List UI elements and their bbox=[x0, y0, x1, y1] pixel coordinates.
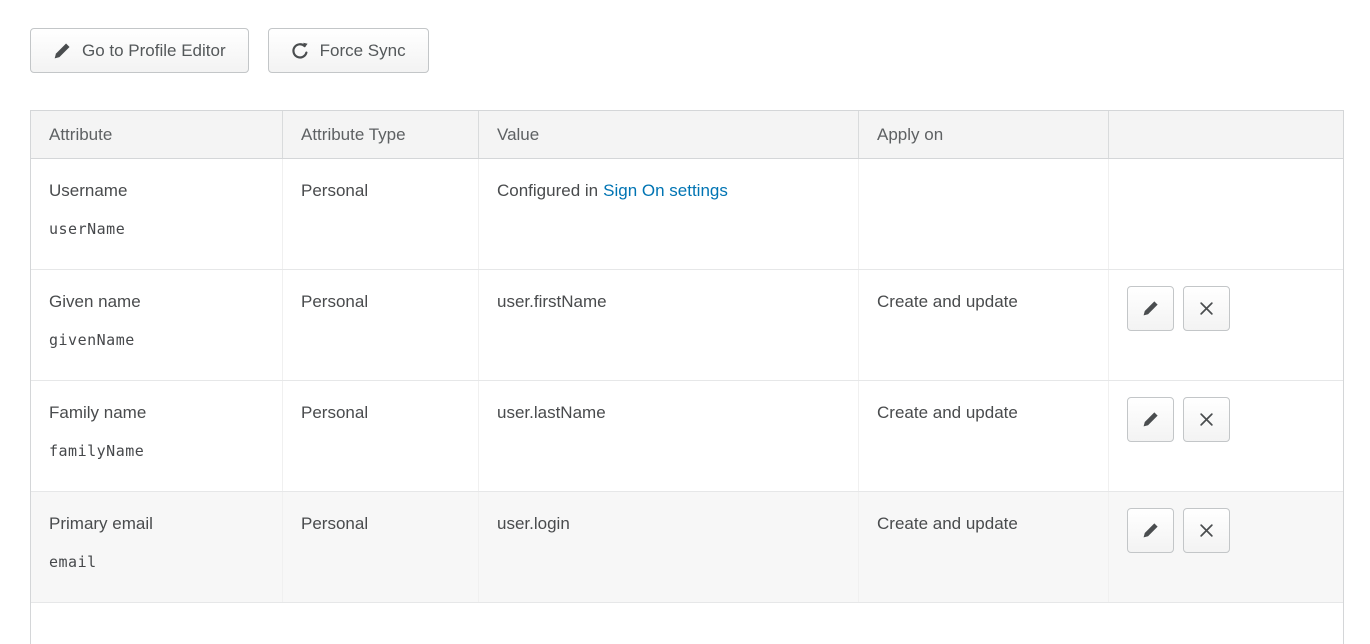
attribute-variable: userName bbox=[49, 220, 264, 239]
actions-cell bbox=[1109, 381, 1343, 491]
attribute-cell: Given name givenName bbox=[31, 270, 283, 380]
header-value: Value bbox=[479, 111, 859, 158]
actions-group bbox=[1127, 397, 1325, 442]
attribute-label: Primary email bbox=[49, 513, 264, 534]
force-sync-button[interactable]: Force Sync bbox=[268, 28, 429, 73]
delete-attribute-button[interactable] bbox=[1183, 397, 1230, 442]
header-attribute: Attribute bbox=[31, 111, 283, 158]
attribute-variable: familyName bbox=[49, 442, 264, 461]
close-icon bbox=[1199, 301, 1214, 316]
actions-cell bbox=[1109, 492, 1343, 602]
attribute-variable: givenName bbox=[49, 331, 264, 350]
table-row: Given name givenName Personal user.first… bbox=[31, 270, 1343, 381]
actions-cell bbox=[1109, 270, 1343, 380]
table-header: Attribute Attribute Type Value Apply on bbox=[31, 111, 1343, 159]
table-body: Username userName Personal Configured in… bbox=[31, 159, 1343, 603]
value-cell: Configured in Sign On settings bbox=[479, 159, 859, 269]
pencil-icon bbox=[1142, 300, 1159, 317]
pencil-icon bbox=[1142, 522, 1159, 539]
table-row: Username userName Personal Configured in… bbox=[31, 159, 1343, 270]
apply-on: Create and update bbox=[859, 381, 1109, 491]
attribute-label: Given name bbox=[49, 291, 264, 312]
attribute-cell: Username userName bbox=[31, 159, 283, 269]
edit-attribute-button[interactable] bbox=[1127, 286, 1174, 331]
attribute-cell: Family name familyName bbox=[31, 381, 283, 491]
attribute-type: Personal bbox=[283, 381, 479, 491]
value-text: user.login bbox=[497, 514, 570, 533]
attribute-variable: email bbox=[49, 553, 264, 572]
attributes-table: Attribute Attribute Type Value Apply on … bbox=[30, 110, 1344, 644]
actions-group bbox=[1127, 508, 1325, 553]
attribute-type: Personal bbox=[283, 270, 479, 380]
edit-attribute-button[interactable] bbox=[1127, 508, 1174, 553]
force-sync-label: Force Sync bbox=[320, 41, 406, 61]
attribute-type: Personal bbox=[283, 159, 479, 269]
attribute-type: Personal bbox=[283, 492, 479, 602]
actions-group bbox=[1127, 286, 1325, 331]
header-actions bbox=[1109, 111, 1343, 158]
header-attribute-type: Attribute Type bbox=[283, 111, 479, 158]
go-to-profile-editor-button[interactable]: Go to Profile Editor bbox=[30, 28, 249, 73]
apply-on bbox=[859, 159, 1109, 269]
header-apply-on: Apply on bbox=[859, 111, 1109, 158]
delete-attribute-button[interactable] bbox=[1183, 286, 1230, 331]
table-row: Family name familyName Personal user.las… bbox=[31, 381, 1343, 492]
apply-on: Create and update bbox=[859, 492, 1109, 602]
value-cell: user.firstName bbox=[479, 270, 859, 380]
pencil-icon bbox=[1142, 411, 1159, 428]
refresh-icon bbox=[291, 42, 309, 60]
attribute-label: Family name bbox=[49, 402, 264, 423]
attribute-mappings-page: Go to Profile Editor Force Sync Attribut… bbox=[0, 0, 1370, 644]
value-text: user.lastName bbox=[497, 403, 606, 422]
pencil-icon bbox=[53, 42, 71, 60]
value-text: user.firstName bbox=[497, 292, 607, 311]
close-icon bbox=[1199, 412, 1214, 427]
attribute-cell: Primary email email bbox=[31, 492, 283, 602]
delete-attribute-button[interactable] bbox=[1183, 508, 1230, 553]
actions-cell bbox=[1109, 159, 1343, 269]
toolbar: Go to Profile Editor Force Sync bbox=[30, 28, 1344, 73]
value-text: Configured in bbox=[497, 181, 598, 200]
table-row: Primary email email Personal user.login … bbox=[31, 492, 1343, 603]
value-cell: user.lastName bbox=[479, 381, 859, 491]
close-icon bbox=[1199, 523, 1214, 538]
edit-attribute-button[interactable] bbox=[1127, 397, 1174, 442]
go-to-profile-editor-label: Go to Profile Editor bbox=[82, 41, 226, 61]
value-cell: user.login bbox=[479, 492, 859, 602]
apply-on: Create and update bbox=[859, 270, 1109, 380]
attribute-label: Username bbox=[49, 180, 264, 201]
sign-on-settings-link[interactable]: Sign On settings bbox=[603, 181, 728, 200]
